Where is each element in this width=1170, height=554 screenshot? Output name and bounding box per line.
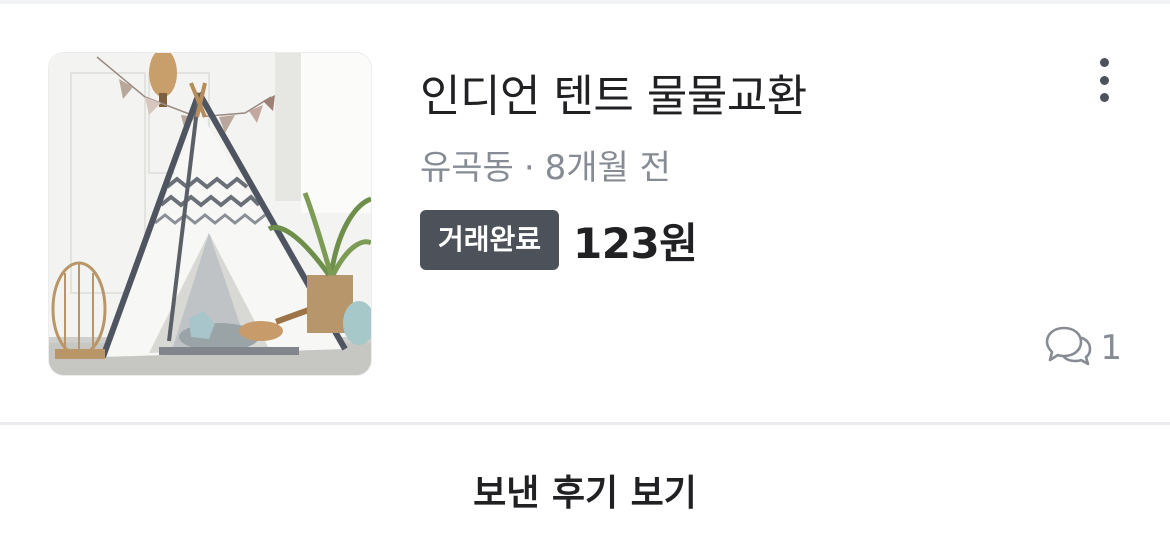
- item-thumbnail[interactable]: [48, 52, 372, 376]
- more-vertical-icon: [1099, 58, 1109, 67]
- chat-bubbles-icon: [1044, 324, 1092, 372]
- more-vertical-icon-dot: [1099, 93, 1109, 102]
- meta-separator: ·: [523, 148, 535, 188]
- more-vertical-icon-dot: [1099, 75, 1109, 85]
- chat-count-value: 1: [1100, 328, 1122, 368]
- chat-count: 1: [1044, 326, 1122, 370]
- view-sent-review-button[interactable]: 보낸 후기 보기: [0, 425, 1170, 554]
- status-badge: 거래완료: [420, 210, 560, 270]
- item-title[interactable]: 인디언 텐트 물물교환: [420, 60, 807, 124]
- item-meta: 유곡동 · 8개월 전: [420, 140, 671, 189]
- price-row: 거래완료 123원: [420, 210, 698, 270]
- more-options-button[interactable]: [1086, 56, 1122, 104]
- item-location: 유곡동: [420, 148, 514, 188]
- item-price: 123원: [573, 218, 698, 268]
- item-time-ago: 8개월 전: [544, 148, 671, 188]
- article-item-card[interactable]: 인디언 텐트 물물교환 유곡동 · 8개월 전 거래완료 123원 1: [0, 4, 1170, 422]
